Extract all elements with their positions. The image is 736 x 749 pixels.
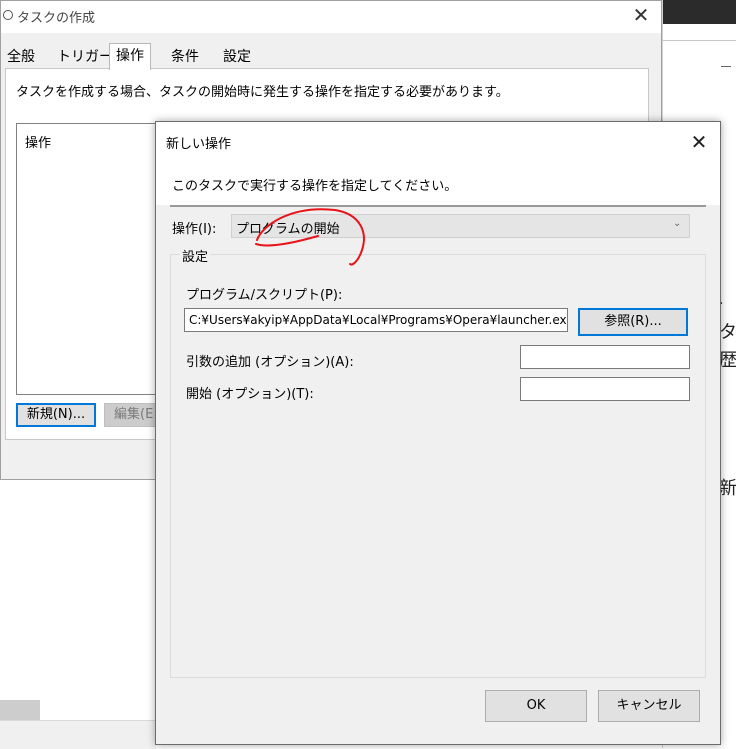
- start-label: 開始 (オプション)(T):: [186, 387, 314, 402]
- new-action-button[interactable]: 新規(N)...: [16, 403, 96, 427]
- program-label: プログラム/スクリプト(P):: [186, 288, 343, 303]
- task-scheduler-icon: [3, 10, 13, 20]
- tab-triggers[interactable]: トリガー: [57, 47, 113, 68]
- close-icon[interactable]: ✕: [686, 130, 712, 154]
- create-task-titlebar: タスクの作成 ✕: [1, 1, 661, 33]
- background-text-reki: 歴を: [719, 350, 736, 371]
- close-icon[interactable]: ✕: [629, 3, 653, 27]
- background-window-bottom: [0, 720, 156, 749]
- background-text-shin: 新: [719, 478, 736, 499]
- instruction-text: このタスクで実行する操作を指定してください。: [172, 179, 458, 194]
- create-task-title: タスクの作成: [17, 11, 96, 26]
- background-dash: [721, 66, 731, 67]
- settings-group-label: 設定: [180, 246, 211, 265]
- start-input[interactable]: [520, 377, 690, 401]
- actions-description: タスクを作成する場合、タスクの開始時に発生する操作を指定する必要があります。: [16, 85, 509, 100]
- new-action-dialog: 新しい操作 ✕ このタスクで実行する操作を指定してください。 操作(I): プロ…: [155, 121, 721, 745]
- horizontal-scrollbar-thumb[interactable]: [0, 700, 40, 720]
- tab-general[interactable]: 全般: [7, 47, 35, 68]
- tab-settings[interactable]: 設定: [223, 47, 251, 68]
- args-label: 引数の追加 (オプション)(A):: [186, 355, 354, 370]
- tab-conditions[interactable]: 条件: [171, 47, 199, 68]
- new-action-titlebar: 新しい操作 ✕: [156, 122, 720, 162]
- action-dropdown[interactable]: プログラムの開始 ⌄: [231, 214, 690, 238]
- program-input[interactable]: C:¥Users¥akyip¥AppData¥Local¥Programs¥Op…: [184, 308, 568, 332]
- action-dropdown-value: プログラムの開始: [236, 222, 340, 237]
- background-window-titlebar: [663, 0, 736, 24]
- browse-button[interactable]: 参照(R)...: [578, 308, 688, 336]
- cancel-button[interactable]: キャンセル: [598, 690, 700, 722]
- new-action-title: 新しい操作: [166, 137, 232, 152]
- action-label: 操作(I):: [172, 222, 217, 237]
- background-divider: [663, 40, 736, 41]
- actions-list-header[interactable]: 操作: [25, 132, 51, 151]
- instruction-divider: [170, 205, 706, 207]
- tab-actions[interactable]: 操作: [109, 43, 151, 70]
- ok-button[interactable]: OK: [485, 690, 587, 722]
- background-text-ta: タ: [719, 322, 736, 343]
- chevron-down-icon[interactable]: ⌄: [673, 218, 681, 229]
- args-input[interactable]: [520, 345, 690, 369]
